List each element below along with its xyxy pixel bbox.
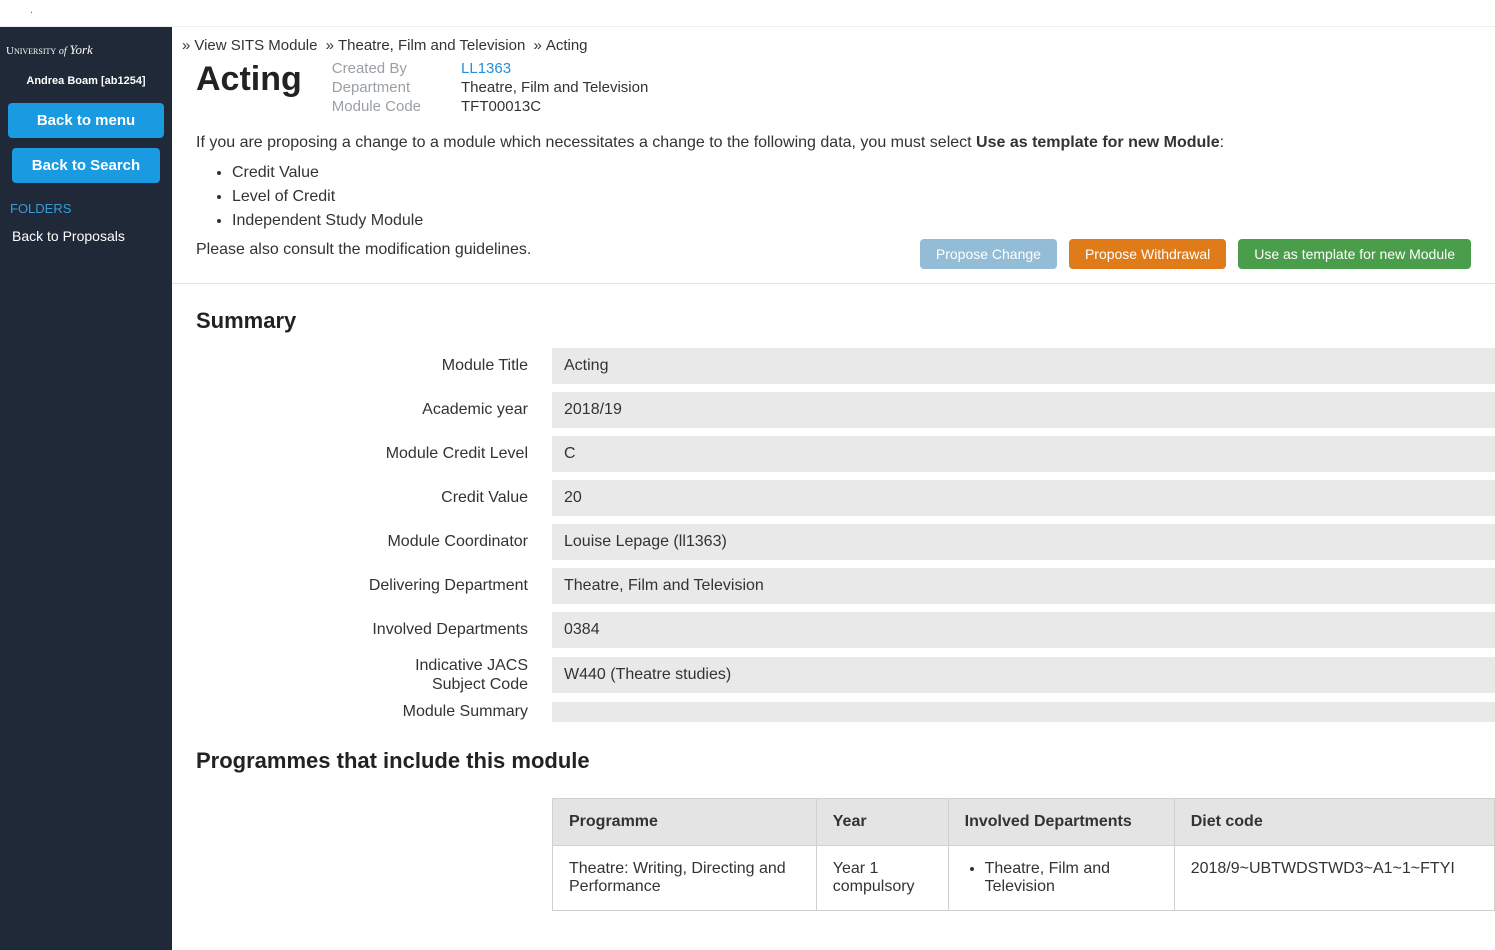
involved-cell: Theatre, Film and Television [948, 846, 1174, 911]
guidelines-text: Please also consult the modification gui… [196, 239, 531, 259]
module-code-value: TFT00013C [461, 98, 648, 117]
programmes-table: Programme Year Involved Departments Diet… [552, 798, 1495, 911]
info-bullet-level: Level of Credit [232, 185, 1471, 209]
coordinator-label: Module Coordinator [172, 533, 552, 551]
change-info-text: If you are proposing a change to a modul… [172, 122, 1495, 154]
programme-header: Programme [553, 799, 817, 846]
propose-change-button[interactable]: Propose Change [920, 239, 1057, 269]
breadcrumb-item-1[interactable]: View SITS Module [194, 37, 317, 54]
breadcrumb-item-2[interactable]: Theatre, Film and Television [338, 37, 525, 54]
module-title-value: Acting [552, 348, 1495, 384]
folders-heading: FOLDERS [0, 193, 172, 222]
page-title: Acting [196, 60, 332, 99]
breadcrumb-sep: » [322, 37, 338, 54]
module-title-label: Module Title [172, 357, 552, 375]
module-meta: Created By Department Module Code LL1363… [332, 60, 649, 116]
info-bullet-credit-value: Credit Value [232, 161, 1471, 185]
credit-level-value: C [552, 436, 1495, 472]
back-to-menu-button[interactable]: Back to menu [8, 103, 164, 138]
programmes-heading: Programmes that include this module [172, 730, 1495, 788]
created-by-label: Created By [332, 60, 421, 79]
involved-item: Theatre, Film and Television [985, 860, 1158, 896]
involved-depts-label: Involved Departments [172, 621, 552, 639]
credit-level-label: Module Credit Level [172, 445, 552, 463]
department-value: Theatre, Film and Television [461, 79, 648, 98]
top-strip-marker: . [0, 4, 33, 16]
jacs-value: W440 (Theatre studies) [552, 657, 1495, 693]
summary-heading: Summary [172, 308, 1495, 348]
credit-value-value: 20 [552, 480, 1495, 516]
module-summary-label: Module Summary [172, 703, 552, 721]
back-to-proposals-link[interactable]: Back to Proposals [0, 222, 172, 250]
university-logo: UNIVERSITY of York [0, 27, 172, 73]
programme-cell: Theatre: Writing, Directing and Performa… [553, 846, 817, 911]
diet-cell: 2018/9~UBTWDSTWD3~A1~1~FTYI [1174, 846, 1494, 911]
current-user: Andrea Boam [ab1254] [0, 73, 172, 97]
use-as-template-button[interactable]: Use as template for new Module [1238, 239, 1471, 269]
sidebar: UNIVERSITY of York Andrea Boam [ab1254] … [0, 27, 172, 950]
jacs-label: Indicative JACSSubject Code [172, 656, 552, 694]
change-info-list: Credit Value Level of Credit Independent… [172, 155, 1495, 239]
module-summary-value [552, 702, 1495, 722]
credit-value-label: Credit Value [172, 489, 552, 507]
section-divider [172, 283, 1495, 284]
created-by-value[interactable]: LL1363 [461, 60, 648, 79]
breadcrumb-item-3[interactable]: Acting [546, 37, 588, 54]
info-text-pre: If you are proposing a change to a modul… [196, 134, 976, 151]
department-label: Department [332, 79, 421, 98]
info-bullet-independent: Independent Study Module [232, 209, 1471, 233]
involved-depts-value: 0384 [552, 612, 1495, 648]
table-row: Theatre: Writing, Directing and Performa… [553, 846, 1495, 911]
delivering-dept-label: Delivering Department [172, 577, 552, 595]
academic-year-label: Academic year [172, 401, 552, 419]
main-content: »View SITS Module »Theatre, Film and Tel… [172, 27, 1495, 950]
module-code-label: Module Code [332, 98, 421, 117]
back-to-search-button[interactable]: Back to Search [12, 148, 160, 183]
svg-text:UNIVERSITY of York: UNIVERSITY of York [6, 42, 93, 57]
involved-header: Involved Departments [948, 799, 1174, 846]
year-cell: Year 1 compulsory [816, 846, 948, 911]
breadcrumb-sep: » [178, 37, 194, 54]
breadcrumb-sep: » [529, 37, 545, 54]
breadcrumb: »View SITS Module »Theatre, Film and Tel… [172, 27, 1495, 60]
coordinator-value: Louise Lepage (ll1363) [552, 524, 1495, 560]
year-header: Year [816, 799, 948, 846]
diet-header: Diet code [1174, 799, 1494, 846]
academic-year-value: 2018/19 [552, 392, 1495, 428]
delivering-dept-value: Theatre, Film and Television [552, 568, 1495, 604]
propose-withdrawal-button[interactable]: Propose Withdrawal [1069, 239, 1226, 269]
info-text-bold: Use as template for new Module [976, 134, 1220, 151]
